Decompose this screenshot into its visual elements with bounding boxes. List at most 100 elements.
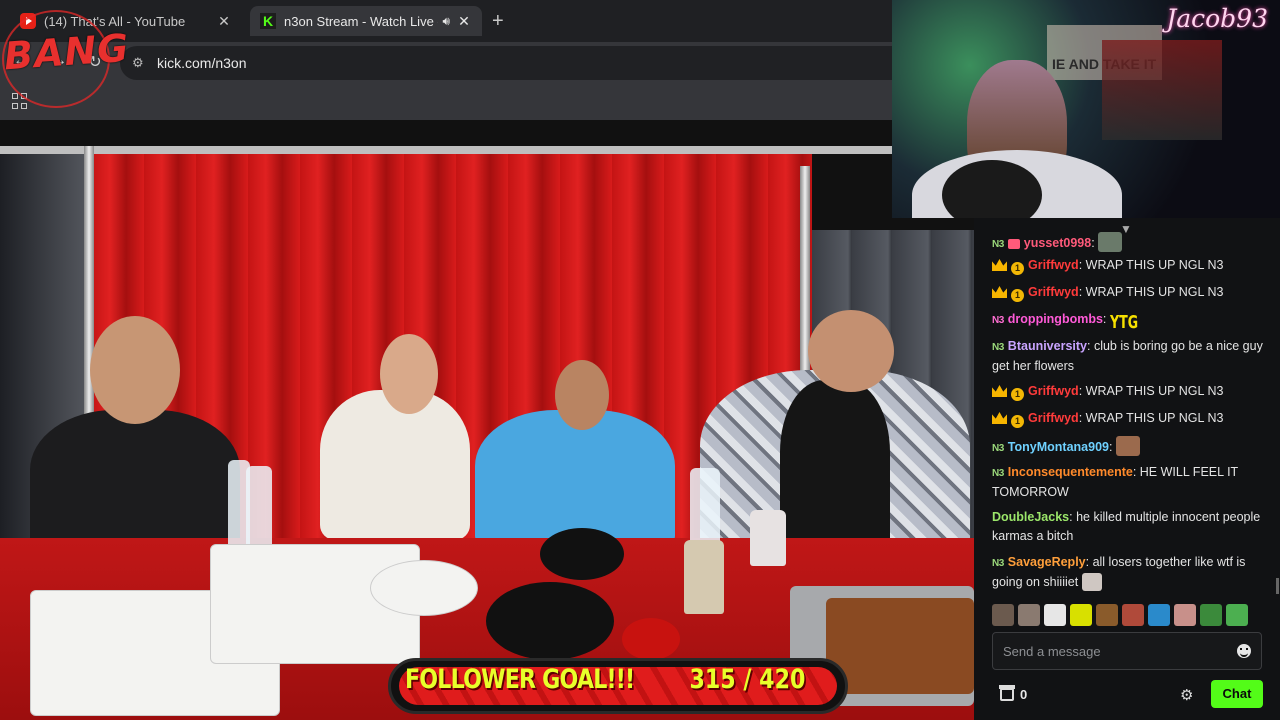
close-icon[interactable]: ✕ <box>216 13 232 30</box>
emote-icon[interactable] <box>992 604 1014 626</box>
follower-goal-count: 315 / 420 <box>689 664 805 695</box>
chat-message: DoubleJacks: he killed multiple innocent… <box>992 510 1261 543</box>
coin-badge-icon: 1 <box>1011 262 1024 275</box>
emote-icon[interactable] <box>1148 604 1170 626</box>
crown-badge-icon <box>992 259 1007 271</box>
new-tab-button[interactable]: + <box>492 10 504 33</box>
emote-icon[interactable] <box>1044 604 1066 626</box>
emote-icon[interactable] <box>1226 604 1248 626</box>
chat-send-button[interactable]: Chat <box>1211 680 1263 708</box>
n3-badge-icon: N3 <box>992 315 1004 326</box>
chat-message: 1 Griffwyd: WRAP THIS UP NGL N3 <box>992 283 1272 302</box>
gear-icon[interactable]: ⚙ <box>1180 686 1193 704</box>
face-emote-icon <box>1115 436 1140 456</box>
chat-footer: 0 ⚙ Chat <box>974 680 1280 714</box>
channel-points[interactable]: 0 <box>1020 687 1027 702</box>
chat-username[interactable]: Inconsequentemente <box>1008 465 1133 479</box>
emote-icon[interactable] <box>1200 604 1222 626</box>
n3-badge-icon: N3 <box>992 443 1004 454</box>
tab-title: n3on Stream - Watch Live o <box>284 13 439 29</box>
chat-username[interactable]: Griffwyd <box>1028 384 1079 398</box>
store-icon[interactable] <box>999 685 1015 701</box>
chat-text: WRAP THIS UP NGL N3 <box>1085 411 1224 425</box>
ceiling-trim <box>0 146 974 154</box>
chat-message: 1 Griffwyd: WRAP THIS UP NGL N3 <box>992 256 1272 275</box>
chat-username[interactable]: Griffwyd <box>1028 285 1079 299</box>
coin-badge-icon: 1 <box>1011 388 1024 401</box>
chat-scrollbar[interactable] <box>1276 578 1279 594</box>
black-bowl <box>486 582 614 660</box>
bookmarks-bar <box>0 84 892 120</box>
url-text[interactable]: kick.com/n3on <box>157 55 246 71</box>
emoji-picker-icon[interactable] <box>1237 644 1251 658</box>
ytg-emote: YTG <box>1109 312 1138 333</box>
follower-goal-bar: FOLLOWER GOAL!!! 315 / 420 <box>388 658 848 714</box>
bang-logo: BANG <box>2 25 131 79</box>
person-head <box>808 310 894 392</box>
follower-goal-label: FOLLOWER GOAL!!! <box>405 664 635 695</box>
chat-text: WRAP THIS UP NGL N3 <box>1085 258 1224 272</box>
chat-username[interactable]: Griffwyd <box>1028 258 1079 272</box>
chat-panel: ▼ N3 yusset0998: 1 Griffwyd: WRAP THIS UP … <box>974 218 1280 720</box>
n3-badge-icon: N3 <box>992 468 1004 479</box>
tab-strip: (14) That's All - YouTube ✕ K n3on Strea… <box>0 0 892 42</box>
chat-username[interactable]: droppingbombs <box>1008 312 1103 326</box>
tab-kick[interactable]: K n3on Stream - Watch Live o 🔊︎ ✕ <box>250 6 482 36</box>
chat-message: N3 TonyMontana909: <box>992 436 1272 458</box>
quick-emote-bar <box>992 604 1264 626</box>
n3-badge-icon: N3 <box>992 558 1004 569</box>
chat-message: N3 droppingbombs: YTG <box>992 312 1138 333</box>
water-bottle <box>690 468 720 548</box>
chat-text: WRAP THIS UP NGL N3 <box>1085 384 1224 398</box>
coin-badge-icon: 1 <box>1011 289 1024 302</box>
pepe-emote-icon <box>1098 232 1123 252</box>
drink-can <box>684 540 724 614</box>
chat-message: N3 Inconsequentemente: HE WILL FEEL IT TO… <box>992 465 1238 499</box>
emote-icon[interactable] <box>1018 604 1040 626</box>
crown-badge-icon <box>992 412 1007 424</box>
person-black-tee <box>780 380 890 560</box>
send-message-input[interactable] <box>1003 633 1223 669</box>
emote-icon[interactable] <box>1122 604 1144 626</box>
soda-can <box>750 510 786 566</box>
coin-badge-icon: 1 <box>1011 415 1024 428</box>
emote-icon[interactable] <box>1070 604 1092 626</box>
wall-flag <box>1102 40 1222 140</box>
fried-food <box>826 598 974 694</box>
chat-username[interactable]: DoubleJacks <box>992 510 1069 524</box>
person-head <box>380 334 438 414</box>
tomato <box>622 618 680 660</box>
chat-username[interactable]: SavageReply <box>1008 555 1086 569</box>
stream-video[interactable] <box>0 120 974 720</box>
cat-emote-icon <box>1081 573 1102 591</box>
chat-username[interactable]: Btauniversity <box>1008 339 1087 353</box>
chat-username[interactable]: Griffwyd <box>1028 411 1079 425</box>
message-box[interactable] <box>992 632 1262 670</box>
gift-badge-icon <box>1007 239 1020 249</box>
chat-username[interactable]: TonyMontana909 <box>1008 440 1109 454</box>
screen: (14) That's All - YouTube ✕ K n3on Strea… <box>0 0 1280 720</box>
chat-message: 1 Griffwyd: WRAP THIS UP NGL N3 <box>992 382 1272 401</box>
n3-badge-icon: N3 <box>992 342 1004 353</box>
site-settings-icon[interactable]: ⚙︎ <box>132 55 148 71</box>
chat-message: 1 Griffwyd: WRAP THIS UP NGL N3 <box>992 409 1272 428</box>
chat-username[interactable]: yusset0998 <box>1024 236 1091 250</box>
emote-icon[interactable] <box>1174 604 1196 626</box>
emote-icon[interactable] <box>1096 604 1118 626</box>
chat-text: WRAP THIS UP NGL N3 <box>1085 285 1224 299</box>
close-icon[interactable]: ✕ <box>456 13 472 30</box>
plate <box>370 560 478 616</box>
speaker-icon[interactable]: 🔊︎ <box>442 14 450 29</box>
streamer-webcam: IE AND TAKE IT Jacob93 <box>892 0 1280 218</box>
person-head <box>90 316 180 424</box>
kick-icon: K <box>260 13 276 29</box>
address-bar[interactable]: ⚙︎ kick.com/n3on <box>120 46 892 80</box>
chat-message: N3 Btauniversity: club is boring go be a … <box>992 339 1263 373</box>
person-white-shirt <box>320 390 470 540</box>
person-head <box>555 360 609 430</box>
streamer-name: Jacob93 <box>1166 4 1268 33</box>
chat-message: N3 SavageReply: all losers together like … <box>992 555 1246 591</box>
browser-toolbar: ← → ↻ ⚙︎ kick.com/n3on <box>0 42 892 84</box>
n3-badge-icon: N3 <box>992 239 1004 250</box>
crown-badge-icon <box>992 286 1007 298</box>
